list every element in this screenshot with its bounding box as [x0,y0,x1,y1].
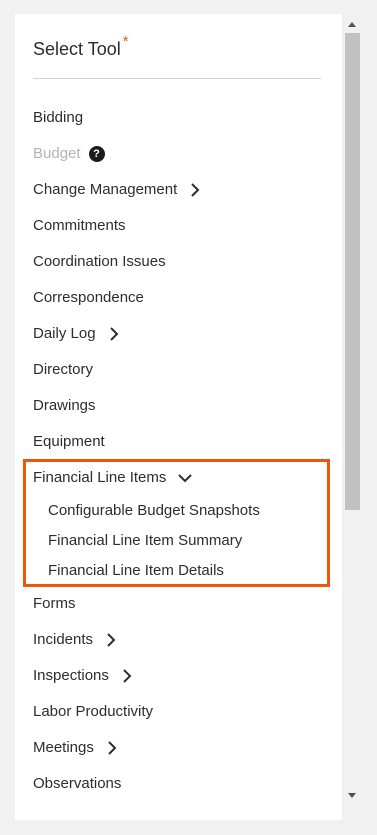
tool-item-label: Bidding [33,109,84,126]
tool-item-label: Directory [33,361,94,378]
tool-subitem-financial-line-item-details[interactable]: Financial Line Item Details [48,561,224,581]
tool-subitem-configurable-budget-snapshots[interactable]: Configurable Budget Snapshots [48,501,260,521]
tool-item-incidents[interactable]: Incidents [33,630,117,650]
chevron-right-icon[interactable] [121,669,133,683]
tool-item-label: Coordination Issues [33,253,166,270]
select-tool-title: Select Tool * [33,33,129,60]
divider [33,78,321,79]
tool-item-label: Labor Productivity [33,703,154,720]
tool-item-daily-log[interactable]: Daily Log [33,324,120,344]
tool-item-label: Financial Line Item Summary [48,532,243,549]
tool-item-coordination-issues[interactable]: Coordination Issues [33,252,166,272]
tool-item-label: Financial Line Items [33,469,167,486]
tool-item-correspondence[interactable]: Correspondence [33,288,144,308]
tool-item-label: Correspondence [33,289,144,306]
tool-item-equipment[interactable]: Equipment [33,432,105,452]
tool-item-financial-line-items[interactable]: Financial Line Items [33,468,193,488]
chevron-down-icon[interactable] [178,472,193,484]
tool-item-budget: Budget ? [33,144,105,164]
tool-item-observations[interactable]: Observations [33,774,121,794]
tool-item-label: Commitments [33,217,126,234]
tool-item-drawings[interactable]: Drawings [33,396,96,416]
select-tool-panel: Select Tool * Bidding Budget ? Change Man… [15,14,342,820]
chevron-right-icon[interactable] [106,741,118,755]
tool-item-forms[interactable]: Forms [33,594,76,614]
tool-item-inspections[interactable]: Inspections [33,666,133,686]
tool-item-label: Change Management [33,181,178,198]
scrollbar-thumb[interactable] [345,33,360,510]
required-asterisk: * [122,33,129,50]
chevron-right-icon[interactable] [105,633,117,647]
tool-item-bidding[interactable]: Bidding [33,108,83,128]
tool-item-label: Budget [33,145,81,162]
tool-item-directory[interactable]: Directory [33,360,93,380]
tool-item-label: Equipment [33,433,105,450]
tool-subitem-financial-line-item-summary[interactable]: Financial Line Item Summary [48,531,242,551]
tool-item-label: Meetings [33,739,94,756]
tool-item-change-management[interactable]: Change Management [33,180,201,200]
tool-item-meetings[interactable]: Meetings [33,738,118,758]
scrollbar[interactable] [342,14,362,820]
scroll-down-arrow-icon[interactable] [347,792,357,800]
tool-item-label: Daily Log [33,325,96,342]
tool-item-commitments[interactable]: Commitments [33,216,126,236]
tool-item-label: Inspections [33,667,109,684]
tool-item-label: Incidents [33,631,94,648]
tool-item-label: Configurable Budget Snapshots [48,502,260,519]
tool-item-labor-productivity[interactable]: Labor Productivity [33,702,153,722]
title-label: Select Tool [33,39,121,59]
tool-item-label: Forms [33,595,76,612]
tool-item-label: Drawings [33,397,96,414]
scroll-up-arrow-icon[interactable] [347,20,357,28]
tool-item-label: Financial Line Item Details [48,562,224,579]
chevron-right-icon[interactable] [189,183,201,197]
chevron-right-icon[interactable] [108,327,120,341]
help-icon[interactable]: ? [88,146,105,162]
tool-item-label: Observations [33,775,122,792]
